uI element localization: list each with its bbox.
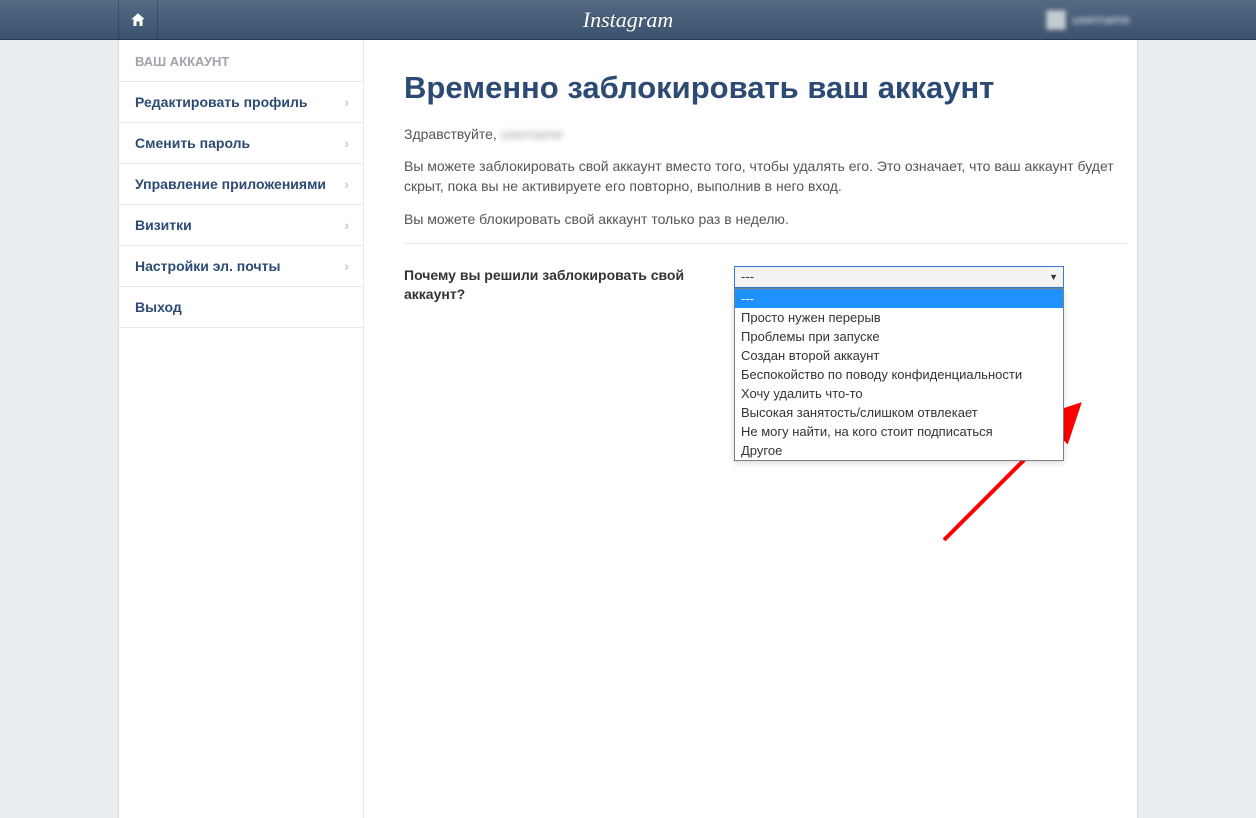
sidebar-item-label: Редактировать профиль xyxy=(135,94,308,110)
greeting-prefix: Здравствуйте, xyxy=(404,126,501,142)
dropdown-option[interactable]: Проблемы при запуске xyxy=(735,327,1063,346)
dropdown-option[interactable]: Не могу найти, на кого стоит подписаться xyxy=(735,422,1063,441)
info-paragraph-2: Вы можете блокировать свой аккаунт тольк… xyxy=(404,209,1124,229)
chevron-right-icon: › xyxy=(344,94,349,110)
topbar: Instagram username xyxy=(0,0,1256,40)
dropdown-option[interactable]: Просто нужен перерыв xyxy=(735,308,1063,327)
dropdown-option[interactable]: Беспокойство по поводу конфиденциальност… xyxy=(735,365,1063,384)
greeting-username: username xyxy=(501,126,563,142)
user-menu[interactable]: username xyxy=(1046,10,1138,30)
page: ВАШ АККАУНТ Редактировать профиль › Смен… xyxy=(118,40,1138,818)
chevron-right-icon: › xyxy=(344,176,349,192)
dropdown-option[interactable]: Хочу удалить что-то xyxy=(735,384,1063,403)
sidebar-item-email-settings[interactable]: Настройки эл. почты › xyxy=(119,246,363,287)
sidebar-item-logout[interactable]: Выход › xyxy=(119,287,363,328)
reason-select-value: --- xyxy=(741,269,754,284)
info-paragraph-1: Вы можете заблокировать свой аккаунт вме… xyxy=(404,156,1124,197)
dropdown-option[interactable]: Высокая занятость/слишком отвлекает xyxy=(735,403,1063,422)
dropdown-option[interactable]: Другое xyxy=(735,441,1063,460)
sidebar-item-label: Визитки xyxy=(135,217,192,233)
greeting: Здравствуйте, username xyxy=(404,126,1127,142)
sidebar-item-manage-apps[interactable]: Управление приложениями › xyxy=(119,164,363,205)
reason-dropdown: --- Просто нужен перерыв Проблемы при за… xyxy=(734,288,1064,461)
sidebar-header: ВАШ АККАУНТ xyxy=(119,40,363,82)
reason-select[interactable]: --- xyxy=(734,266,1064,288)
sidebar-item-change-password[interactable]: Сменить пароль › xyxy=(119,123,363,164)
sidebar-item-edit-profile[interactable]: Редактировать профиль › xyxy=(119,82,363,123)
sidebar-item-label: Сменить пароль xyxy=(135,135,250,151)
chevron-right-icon: › xyxy=(344,217,349,233)
brand-logo[interactable]: Instagram xyxy=(583,7,673,33)
username-label: username xyxy=(1072,12,1130,27)
reason-question-label: Почему вы решили заблокировать свой акка… xyxy=(404,266,694,305)
chevron-right-icon: › xyxy=(344,258,349,274)
sidebar: ВАШ АККАУНТ Редактировать профиль › Смен… xyxy=(119,40,364,818)
sidebar-item-label: Выход xyxy=(135,299,182,315)
home-button[interactable] xyxy=(118,0,158,40)
home-icon xyxy=(129,11,147,29)
sidebar-item-cards[interactable]: Визитки › xyxy=(119,205,363,246)
chevron-right-icon: › xyxy=(344,135,349,151)
dropdown-option[interactable]: --- xyxy=(735,289,1063,308)
dropdown-option[interactable]: Создан второй аккаунт xyxy=(735,346,1063,365)
sidebar-item-label: Управление приложениями xyxy=(135,176,326,192)
main-content: Временно заблокировать ваш аккаунт Здрав… xyxy=(364,40,1137,818)
page-title: Временно заблокировать ваш аккаунт xyxy=(404,70,1127,126)
divider xyxy=(404,243,1127,244)
sidebar-item-label: Настройки эл. почты xyxy=(135,258,280,274)
avatar xyxy=(1046,10,1066,30)
